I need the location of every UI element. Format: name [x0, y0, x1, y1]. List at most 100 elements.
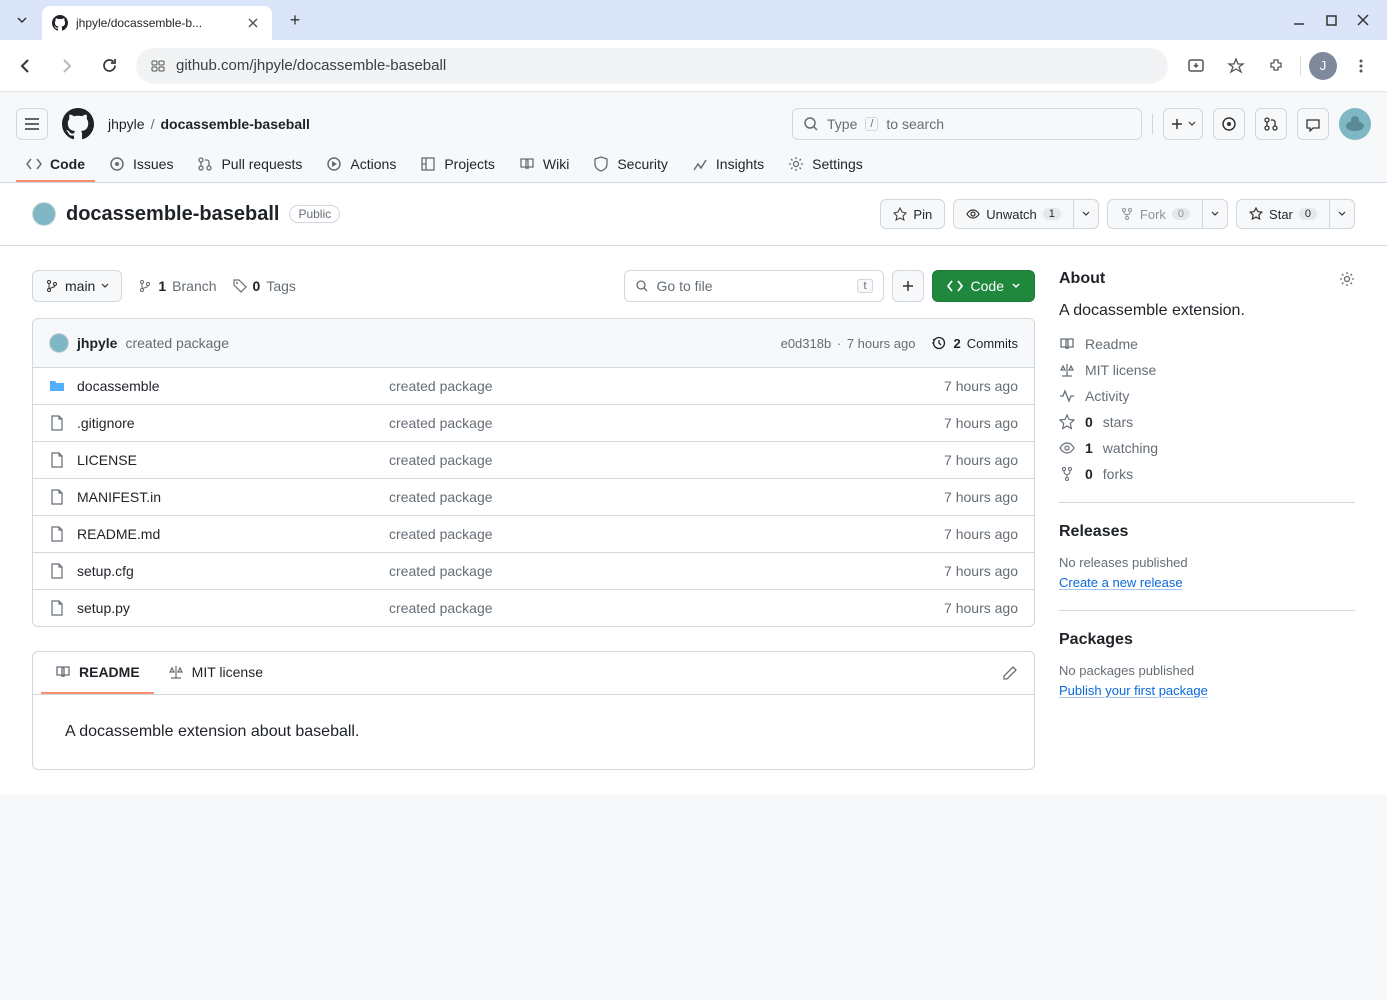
breadcrumb-owner[interactable]: jhpyle: [108, 116, 145, 132]
nav-insights[interactable]: Insights: [682, 148, 774, 182]
tags-link[interactable]: 0 Tags: [233, 278, 296, 294]
chrome-profile-avatar[interactable]: J: [1309, 52, 1337, 80]
bookmark-icon[interactable]: [1220, 50, 1252, 82]
nav-wiki[interactable]: Wiki: [509, 148, 579, 182]
global-nav-menu-button[interactable]: [16, 108, 48, 140]
sidebar: About A docassemble extension. Readme MI…: [1059, 270, 1355, 770]
license-tab[interactable]: MIT license: [154, 652, 277, 694]
file-time: 7 hours ago: [944, 452, 1018, 468]
tab-search-button[interactable]: [8, 6, 36, 34]
file-row[interactable]: setup.cfgcreated package7 hours ago: [33, 553, 1034, 590]
file-time: 7 hours ago: [944, 415, 1018, 431]
user-avatar[interactable]: [1339, 108, 1371, 140]
nav-pull-requests[interactable]: Pull requests: [187, 148, 312, 182]
chrome-menu-button[interactable]: [1345, 50, 1377, 82]
file-commit-message[interactable]: created package: [389, 415, 932, 431]
repo-avatar: [32, 202, 56, 226]
watch-dropdown[interactable]: [1073, 199, 1099, 229]
commit-message[interactable]: created package: [125, 335, 229, 351]
file-name[interactable]: README.md: [77, 526, 377, 542]
browser-tab[interactable]: jhpyle/docassemble-b...: [42, 6, 272, 40]
fork-button[interactable]: Fork 0: [1107, 199, 1202, 229]
sidebar-watching-link[interactable]: 1 watching: [1059, 440, 1355, 456]
breadcrumb-repo[interactable]: docassemble-baseball: [160, 116, 309, 132]
about-settings-button[interactable]: [1339, 271, 1355, 287]
file-name[interactable]: .gitignore: [77, 415, 377, 431]
readme-box: README MIT license A docassemble extensi…: [32, 651, 1035, 770]
file-name[interactable]: setup.py: [77, 600, 377, 616]
github-logo[interactable]: [62, 108, 94, 140]
sidebar-activity-link[interactable]: Activity: [1059, 388, 1355, 404]
create-release-link[interactable]: Create a new release: [1059, 575, 1183, 590]
edit-readme-button[interactable]: [994, 657, 1026, 689]
create-new-button[interactable]: [1163, 108, 1203, 140]
sidebar-stars-link[interactable]: 0 stars: [1059, 414, 1355, 430]
url-text: github.com/jhpyle/docassemble-baseball: [176, 57, 446, 74]
file-commit-message[interactable]: created package: [389, 452, 932, 468]
file-icon: [49, 526, 65, 542]
goto-file-input[interactable]: Go to file t: [624, 270, 884, 302]
commits-link[interactable]: 2 Commits: [931, 335, 1018, 351]
nav-projects[interactable]: Projects: [410, 148, 505, 182]
sidebar-readme-link[interactable]: Readme: [1059, 336, 1355, 352]
file-commit-message[interactable]: created package: [389, 563, 932, 579]
nav-settings[interactable]: Settings: [778, 148, 873, 182]
window-minimize-button[interactable]: [1291, 12, 1307, 28]
file-row[interactable]: .gitignore created package 7 hours ago: [33, 405, 1034, 442]
new-tab-button[interactable]: +: [286, 11, 304, 29]
commit-author[interactable]: jhpyle: [77, 335, 117, 351]
add-file-button[interactable]: [892, 270, 924, 302]
file-name[interactable]: docassemble: [77, 378, 377, 394]
reload-button[interactable]: [94, 51, 124, 81]
branch-selector[interactable]: main: [32, 270, 122, 302]
publish-package-link[interactable]: Publish your first package: [1059, 683, 1208, 698]
nav-security[interactable]: Security: [583, 148, 678, 182]
nav-code[interactable]: Code: [16, 148, 95, 182]
commit-sha[interactable]: e0d318b: [781, 336, 832, 351]
file-time: 7 hours ago: [944, 378, 1018, 394]
pull-requests-button[interactable]: [1255, 108, 1287, 140]
file-row[interactable]: LICENSE created package 7 hours ago: [33, 442, 1034, 479]
file-row[interactable]: docassemble created package 7 hours ago: [33, 368, 1034, 405]
file-row[interactable]: setup.pycreated package7 hours ago: [33, 590, 1034, 626]
extensions-icon[interactable]: [1260, 50, 1292, 82]
sidebar-license-link[interactable]: MIT license: [1059, 362, 1355, 378]
nav-issues[interactable]: Issues: [99, 148, 183, 182]
code-download-button[interactable]: Code: [932, 270, 1035, 302]
file-row[interactable]: MANIFEST.increated package7 hours ago: [33, 479, 1034, 516]
forward-button[interactable]: [52, 51, 82, 81]
repo-title: docassemble-baseball: [66, 203, 279, 226]
install-app-icon[interactable]: [1180, 50, 1212, 82]
sidebar-forks-link[interactable]: 0 forks: [1059, 466, 1355, 482]
url-input[interactable]: github.com/jhpyle/docassemble-baseball: [136, 48, 1168, 84]
global-search-input[interactable]: Type / to search: [792, 108, 1142, 140]
fork-dropdown[interactable]: [1202, 199, 1228, 229]
notifications-button[interactable]: [1297, 108, 1329, 140]
file-commit-message[interactable]: created package: [389, 526, 932, 542]
window-close-button[interactable]: [1355, 12, 1371, 28]
window-maximize-button[interactable]: [1323, 12, 1339, 28]
file-name[interactable]: LICENSE: [77, 452, 377, 468]
packages-heading: Packages: [1059, 631, 1355, 649]
tab-close-button[interactable]: [244, 14, 262, 32]
issues-button[interactable]: [1213, 108, 1245, 140]
branches-link[interactable]: 1 Branch: [138, 278, 216, 294]
file-commit-message[interactable]: created package: [389, 378, 932, 394]
back-button[interactable]: [10, 51, 40, 81]
about-description: A docassemble extension.: [1059, 302, 1355, 320]
file-nav: main 1 Branch 0 Tags: [32, 270, 1035, 302]
pin-button[interactable]: Pin: [880, 199, 945, 229]
star-dropdown[interactable]: [1329, 199, 1355, 229]
site-info-icon[interactable]: [150, 58, 166, 74]
file-name[interactable]: MANIFEST.in: [77, 489, 377, 505]
search-icon: [803, 116, 819, 132]
file-name[interactable]: setup.cfg: [77, 563, 377, 579]
file-commit-message[interactable]: created package: [389, 600, 932, 616]
unwatch-button[interactable]: Unwatch 1: [953, 199, 1073, 229]
file-commit-message[interactable]: created package: [389, 489, 932, 505]
nav-actions[interactable]: Actions: [316, 148, 406, 182]
star-button[interactable]: Star 0: [1236, 199, 1329, 229]
readme-tab[interactable]: README: [41, 652, 154, 694]
latest-commit[interactable]: jhpyle created package e0d318b · 7 hours…: [33, 319, 1034, 368]
file-row[interactable]: README.mdcreated package7 hours ago: [33, 516, 1034, 553]
